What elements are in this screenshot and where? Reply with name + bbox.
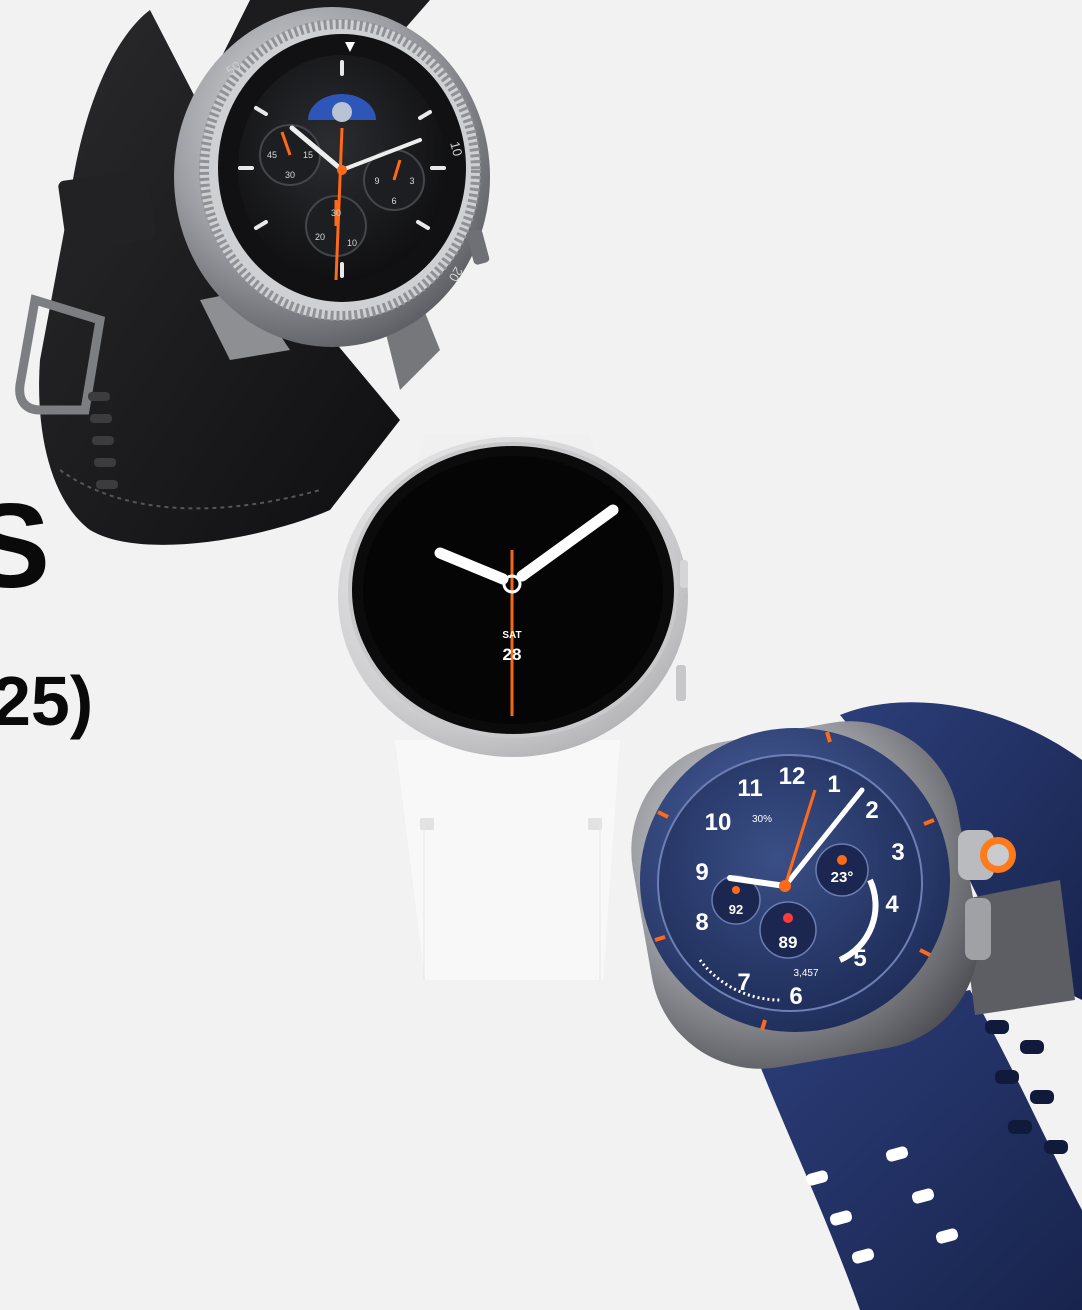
subdial-number: 45 — [267, 150, 277, 160]
watch-minimal: SAT 28 — [338, 435, 688, 980]
subdial-number: 10 — [347, 238, 357, 248]
hour-numeral: 4 — [885, 891, 899, 918]
hour-numeral: 1 — [827, 771, 840, 798]
hour-numeral: 3 — [891, 839, 904, 866]
watch-ultra: 12 1 2 3 4 5 6 7 8 9 10 11 30% 23° 89 92… — [631, 702, 1082, 1310]
subdial-number: 6 — [391, 196, 396, 206]
hour-numeral: 9 — [695, 859, 708, 886]
hour-numeral: 10 — [705, 809, 732, 836]
bezel-number: 40 — [207, 188, 224, 205]
step-count: 3,457 — [793, 968, 818, 979]
watch-minimal-strap-bottom — [395, 740, 620, 980]
subdial-number: 15 — [303, 150, 313, 160]
weather-temp: 23° — [831, 869, 854, 886]
bezel-number: 30 — [325, 299, 339, 314]
hour-numeral: 11 — [737, 775, 762, 802]
date-label: 28 — [503, 645, 522, 664]
day-label: SAT — [502, 630, 521, 641]
subdial-number: 3 — [409, 176, 414, 186]
product-photo: S 25) 50 10 20 30 40 45 15 30 9 3 6 30 2… — [0, 0, 1082, 1310]
subdial-number: 20 — [315, 232, 325, 242]
top-complication-value: 30% — [752, 814, 772, 825]
hour-numeral: 2 — [865, 797, 878, 824]
watch-classic-keeper — [58, 169, 156, 251]
subdial-number: 9 — [374, 176, 379, 186]
subdial-number: 30 — [331, 208, 341, 218]
hour-numeral: 6 — [789, 983, 802, 1010]
watches-illustration: 50 10 20 30 40 45 15 30 9 3 6 30 20 10 S… — [15, 0, 1082, 1310]
hour-numeral: 8 — [695, 909, 708, 936]
left-complication-value: 92 — [729, 902, 743, 917]
moon-icon — [332, 102, 352, 122]
hour-numeral: 12 — [779, 763, 806, 790]
heart-rate-value: 89 — [779, 933, 798, 952]
subdial-number: 30 — [285, 170, 295, 180]
